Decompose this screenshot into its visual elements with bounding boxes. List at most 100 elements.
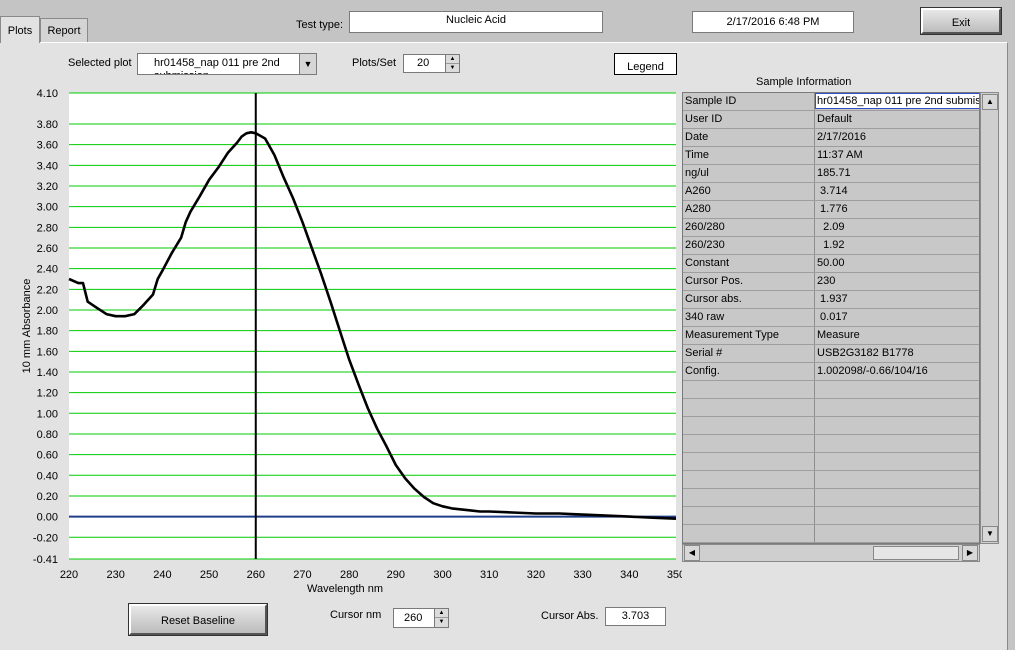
table-row[interactable]: A280 1.776	[683, 201, 979, 219]
sample-info-title: Sample Information	[756, 76, 852, 88]
row-key: ng/ul	[685, 167, 709, 179]
tab-report[interactable]: Report	[40, 18, 88, 42]
row-value: 230	[817, 275, 836, 287]
table-row[interactable]	[683, 417, 979, 435]
scroll-left-icon[interactable]: ◀	[684, 545, 700, 561]
x-tick-label: 230	[107, 569, 125, 581]
table-row[interactable]: Cursor abs. 1.937	[683, 291, 979, 309]
table-row[interactable]: Cursor Pos. 230	[683, 273, 979, 291]
y-tick-label: 2.00	[37, 305, 58, 317]
chevron-down-icon[interactable]: ▼	[299, 54, 316, 74]
table-row[interactable]	[683, 381, 979, 399]
row-key: Date	[685, 131, 709, 143]
plot-area	[69, 93, 676, 559]
tab-plots[interactable]: Plots	[0, 16, 40, 43]
cursor-nm-stepper[interactable]: 260 ▲ ▼	[393, 608, 449, 628]
scroll-thumb[interactable]	[873, 546, 959, 560]
row-value[interactable]: hr01458_nap 011 pre 2nd submiss	[815, 93, 979, 109]
y-tick-label: 3.20	[37, 181, 58, 193]
row-value: 1.937	[817, 293, 848, 305]
table-row[interactable]: ng/ul 185.71	[683, 165, 979, 183]
y-tick-label: 0.20	[37, 491, 58, 503]
plots-per-set-value: 20	[417, 57, 430, 69]
y-tick-label: 2.60	[37, 243, 58, 255]
table-row[interactable]: A260 3.714	[683, 183, 979, 201]
x-tick-label: 220	[60, 569, 78, 581]
table-row[interactable]: 260/280 2.09	[683, 219, 979, 237]
row-value: 1.92	[817, 239, 845, 251]
selected-plot-dropdown[interactable]: hr01458_nap 011 pre 2nd submission ▼	[137, 53, 317, 75]
row-key: Time	[685, 149, 710, 161]
reset-baseline-button[interactable]: Reset Baseline	[128, 603, 268, 636]
table-row[interactable]: User ID Default	[683, 111, 979, 129]
row-key: A260	[685, 185, 711, 197]
table-row[interactable]	[683, 489, 979, 507]
table-row[interactable]: 340 raw 0.017	[683, 309, 979, 327]
table-row[interactable]: Sample ID hr01458_nap 011 pre 2nd submiss	[683, 93, 979, 111]
datetime-display: 2/17/2016 6:48 PM	[692, 11, 854, 33]
y-tick-label: 0.60	[37, 450, 58, 462]
row-key: 340 raw	[685, 311, 725, 323]
exit-button[interactable]: Exit	[920, 7, 1002, 35]
x-tick-label: 330	[573, 569, 591, 581]
y-tick-label: 1.20	[37, 388, 58, 400]
row-value: 11:37 AM	[817, 149, 863, 161]
y-tick-label: 1.80	[37, 326, 58, 338]
absorbance-chart[interactable]: 4.10 3.80 3.60 3.40 3.20 3.00 2.80 2.60 2.40 2.20…	[0, 80, 682, 600]
table-row[interactable]	[683, 453, 979, 471]
table-row[interactable]	[683, 435, 979, 453]
y-tick-label: 2.20	[37, 284, 58, 296]
row-value: Default	[817, 113, 852, 125]
y-tick-label: 0.00	[37, 512, 58, 524]
row-value: 1.776	[817, 203, 848, 215]
scroll-up-icon[interactable]: ▲	[982, 94, 998, 110]
row-value: USB2G3182 B1778	[817, 347, 914, 359]
cursor-nm-label: Cursor nm	[330, 609, 382, 621]
scroll-down-icon[interactable]: ▼	[982, 526, 998, 542]
table-row[interactable]	[683, 507, 979, 525]
table-row[interactable]	[683, 399, 979, 417]
row-value: 3.714	[817, 185, 848, 197]
y-tick-label: 0.80	[37, 429, 58, 441]
table-row[interactable]: 260/230 1.92	[683, 237, 979, 255]
table-row[interactable]: Measurement Type Measure	[683, 327, 979, 345]
legend-button[interactable]: Legend	[614, 53, 677, 75]
y-axis-label: 10 mm Absorbance	[21, 279, 33, 374]
x-tick-label: 340	[620, 569, 638, 581]
test-type-field[interactable]: Nucleic Acid	[349, 11, 603, 33]
row-value: 0.017	[817, 311, 848, 323]
y-tick-label: -0.41	[33, 554, 58, 566]
x-axis-label: Wavelength nm	[307, 583, 383, 595]
stepper-arrows-icon[interactable]: ▲ ▼	[434, 609, 448, 627]
table-row[interactable]: Config. 1.002098/-0.66/104/16	[683, 363, 979, 381]
table-row[interactable]	[683, 471, 979, 489]
row-key: A280	[685, 203, 711, 215]
row-key: Cursor abs.	[685, 293, 742, 305]
cursor-abs-label: Cursor Abs.	[541, 610, 599, 622]
row-key: Config.	[685, 365, 720, 377]
table-row[interactable]	[683, 525, 979, 543]
x-tick-label: 290	[387, 569, 405, 581]
row-key: Sample ID	[685, 95, 737, 107]
x-tick-label: 350	[667, 569, 682, 581]
table-row[interactable]: Constant 50.00	[683, 255, 979, 273]
sample-info-table[interactable]: Sample ID hr01458_nap 011 pre 2nd submiss…	[682, 92, 980, 544]
scroll-right-icon[interactable]: ▶	[962, 545, 978, 561]
row-value: 2/17/2016	[817, 131, 866, 143]
vertical-scrollbar[interactable]: ▲ ▼	[980, 92, 999, 544]
table-row[interactable]: Serial # USB2G3182 B1778	[683, 345, 979, 363]
plots-per-set-stepper[interactable]: 20 ▲ ▼	[403, 54, 460, 73]
plots-per-set-label: Plots/Set	[352, 57, 397, 69]
row-key: 260/230	[685, 239, 725, 251]
y-tick-label: 1.60	[37, 346, 58, 358]
x-tick-label: 300	[433, 569, 451, 581]
y-tick-label: 3.00	[37, 202, 58, 214]
table-row[interactable]: Date 2/17/2016	[683, 129, 979, 147]
cursor-abs-display: 3.703	[605, 607, 666, 626]
y-tick-label: 3.80	[37, 119, 58, 131]
horizontal-scrollbar[interactable]: ◀ ▶	[682, 544, 980, 562]
y-tick-label: 4.10	[37, 88, 58, 100]
table-row[interactable]: Time 11:37 AM	[683, 147, 979, 165]
y-tick-label: 3.40	[37, 160, 58, 172]
stepper-arrows-icon[interactable]: ▲ ▼	[445, 55, 459, 72]
